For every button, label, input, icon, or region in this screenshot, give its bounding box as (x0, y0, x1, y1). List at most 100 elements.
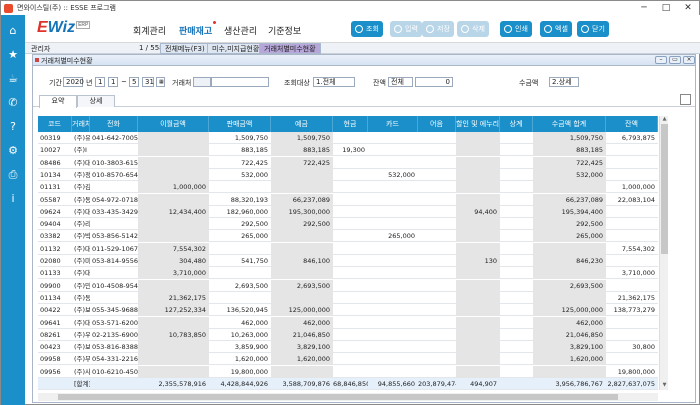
horizontal-scrollbar[interactable] (38, 393, 658, 401)
toolbar-button-3[interactable]: 삭제 (457, 21, 489, 37)
table-cell: 09956 (40, 367, 61, 376)
table-cell: 846,100 (271, 255, 333, 267)
column-header[interactable]: 전화 (90, 116, 138, 132)
start-month-input[interactable]: 1 (95, 77, 105, 87)
table-row[interactable]: 01134 (주)동 21,362,175 21,362,175 (38, 291, 658, 304)
column-header[interactable]: 상계 (500, 116, 533, 132)
table-row[interactable]: 09404 (주)리 292,500 292,500 292,500 (38, 218, 658, 231)
table-cell (138, 353, 209, 366)
help-icon[interactable]: ? (1, 115, 25, 139)
table-row[interactable]: 00319 (주)유 041-642-7005 1,509,750 1,509,750 1… (38, 132, 658, 144)
scroll-up-icon[interactable]: ▲ (660, 116, 669, 124)
year-input[interactable]: 2020 (63, 77, 84, 87)
table-cell: 2,355,578,916 (158, 380, 206, 388)
column-header[interactable]: 현금 (333, 116, 368, 132)
toolbar-button-5[interactable]: 엑셀 (540, 21, 572, 37)
table-row[interactable]: 02080 (주)미 053-814-9556 304,480 541,750 846,1… (38, 255, 658, 267)
column-header[interactable]: 판매금액 (209, 116, 271, 132)
table-row[interactable]: 09956 (주)사 010-6210-4500 19,800,000 19,800,0… (38, 365, 658, 378)
tab-all-menu[interactable]: 전체메뉴(F3) (160, 43, 210, 54)
printer-icon[interactable]: ⎙ (1, 163, 25, 187)
tab-detail[interactable]: 상세 (77, 95, 115, 107)
home-icon[interactable]: ⌂ (1, 19, 25, 43)
table-row[interactable]: 01133 (주)대 3,710,000 3,710,000 (38, 267, 658, 280)
report-restore-button[interactable]: ▭ (669, 56, 681, 64)
table-row[interactable]: 09624 (주)대 033-435-3429 12,434,400 182,960,0… (38, 205, 658, 218)
table-row[interactable]: 08486 (주)대 010-3803-6157 722,425 722,425 722,… (38, 156, 658, 169)
table-row[interactable]: 08261 (주)우 02-2135-6900 10,783,850 10,263,00… (38, 328, 658, 341)
calendar-button[interactable]: ▦ (156, 77, 165, 87)
menu-production[interactable]: 생산관리 (224, 24, 257, 37)
end-month-input[interactable]: 5 (129, 77, 139, 87)
total-row[interactable]: [합계] 2,355,578,916 4,428,844,926 3,588,709,… (38, 378, 658, 390)
balance-amount-input[interactable]: 0 (415, 77, 453, 87)
option-checkbox[interactable] (680, 94, 691, 105)
toolbar-button-6[interactable]: 닫기 (577, 21, 609, 37)
column-header[interactable]: 수금액 합계 (533, 116, 606, 132)
report-header: 거래처별미수현황 – ▭ × (33, 55, 695, 66)
table-cell: 6,793,875 (621, 134, 655, 142)
start-day-input[interactable]: 1 (108, 77, 118, 87)
coffee-icon[interactable]: ☕ (1, 67, 25, 91)
minimize-button[interactable]: ─ (633, 1, 655, 15)
excel-icon (544, 25, 552, 33)
toolbar-button-label: 인쇄 (515, 25, 528, 33)
column-header[interactable]: 잔액 (606, 116, 658, 132)
table-cell: 1,620,000 (533, 353, 606, 366)
column-header[interactable]: 예금 (271, 116, 333, 132)
tab-client-receivables[interactable]: 거래처별미수현황 (259, 43, 321, 54)
table-row[interactable]: 09900 (주)민 010-4508-9548 2,693,500 2,693,500… (38, 279, 658, 292)
table-row[interactable]: 09958 (주)부 054-331-2216 1,620,000 1,620,000 1… (38, 353, 658, 366)
column-header[interactable]: 할인 및 에누리 (456, 116, 500, 132)
table-row[interactable]: 00423 (주)보 053-816-8388 3,859,900 3,829,100 3… (38, 341, 658, 354)
close-window-button[interactable]: ✕ (677, 1, 699, 15)
target-select[interactable]: 1.전체 (313, 77, 355, 87)
vertical-scroll-thumb[interactable] (661, 124, 668, 254)
table-cell (418, 267, 456, 279)
table-row[interactable]: 10134 (주)정 010-8570-6547 532,000 532,000 532,… (38, 168, 658, 181)
menu-accounting[interactable]: 회계관리 (133, 24, 166, 37)
table-row[interactable]: 00422 (주)보 055-345-9688 127,252,334 136,520,… (38, 304, 658, 317)
end-day-input[interactable]: 31 (142, 77, 154, 87)
column-header[interactable]: 이월금액 (138, 116, 209, 132)
report-minimize-button[interactable]: – (655, 56, 667, 64)
table-cell: 02-2135-6900 (92, 330, 138, 339)
table-row[interactable]: 01132 (주)대 011-529-1067 7,554,302 7,554,302 (38, 242, 658, 255)
tab-summary[interactable]: 요약 (39, 95, 77, 108)
phone-icon[interactable]: ✆ (1, 91, 25, 115)
balance-select[interactable]: 전체 (388, 77, 413, 87)
horizontal-scroll-thumb[interactable] (58, 394, 618, 400)
client-name-input[interactable] (211, 77, 269, 87)
client-code-input[interactable] (193, 77, 211, 87)
column-header[interactable]: 어음 (418, 116, 456, 132)
receipt-select[interactable]: 2.상세 (549, 77, 579, 87)
vertical-scrollbar[interactable]: ▲ ▼ (659, 116, 668, 390)
menu-sales-inventory[interactable]: 판매재고 (179, 21, 217, 37)
info-icon[interactable]: i (1, 187, 25, 211)
column-header[interactable]: 거래처 (72, 116, 90, 132)
menu-master-data[interactable]: 기준정보 (268, 24, 301, 37)
toolbar-button-0[interactable]: 조회 (351, 21, 383, 37)
table-row[interactable]: 05587 (주)동 054-972-0718 88,320,193 66,237,08… (38, 193, 658, 206)
table-cell (456, 267, 500, 280)
scroll-down-icon[interactable]: ▼ (660, 382, 669, 390)
table-cell (500, 280, 533, 292)
maximize-button[interactable]: □ (655, 1, 677, 15)
toolbar-button-2[interactable]: 저장 (422, 21, 454, 37)
toolbar-button-4[interactable]: 인쇄 (500, 21, 532, 37)
table-row[interactable]: 01131 (주)김 1,000,000 1,000,000 (38, 181, 658, 194)
table-cell (138, 132, 209, 144)
star-icon[interactable]: ★ (1, 43, 25, 67)
table-row[interactable]: 10027 (주)I 883,185 883,185 19,300 883,185 (38, 144, 658, 157)
toolbar-button-1[interactable]: 입력 (390, 21, 422, 37)
table-cell (368, 206, 418, 218)
table-row[interactable]: 03382 (주)박 053-856-5142 265,000 265,000 265,0… (38, 230, 658, 243)
table-row[interactable]: 09641 (주)대 053-571-6200 462,000 462,000 462,0… (38, 316, 658, 329)
table-cell: [합계] (74, 380, 90, 388)
column-header[interactable]: 코드 (38, 116, 72, 132)
column-header[interactable]: 카드 (368, 116, 418, 132)
gear-icon[interactable]: ⚙ (1, 139, 25, 163)
table-cell: 10027 (40, 146, 61, 155)
report-close-button[interactable]: × (683, 56, 695, 64)
tab-receivables-payables[interactable]: 미수,미지급현황 (207, 43, 265, 54)
